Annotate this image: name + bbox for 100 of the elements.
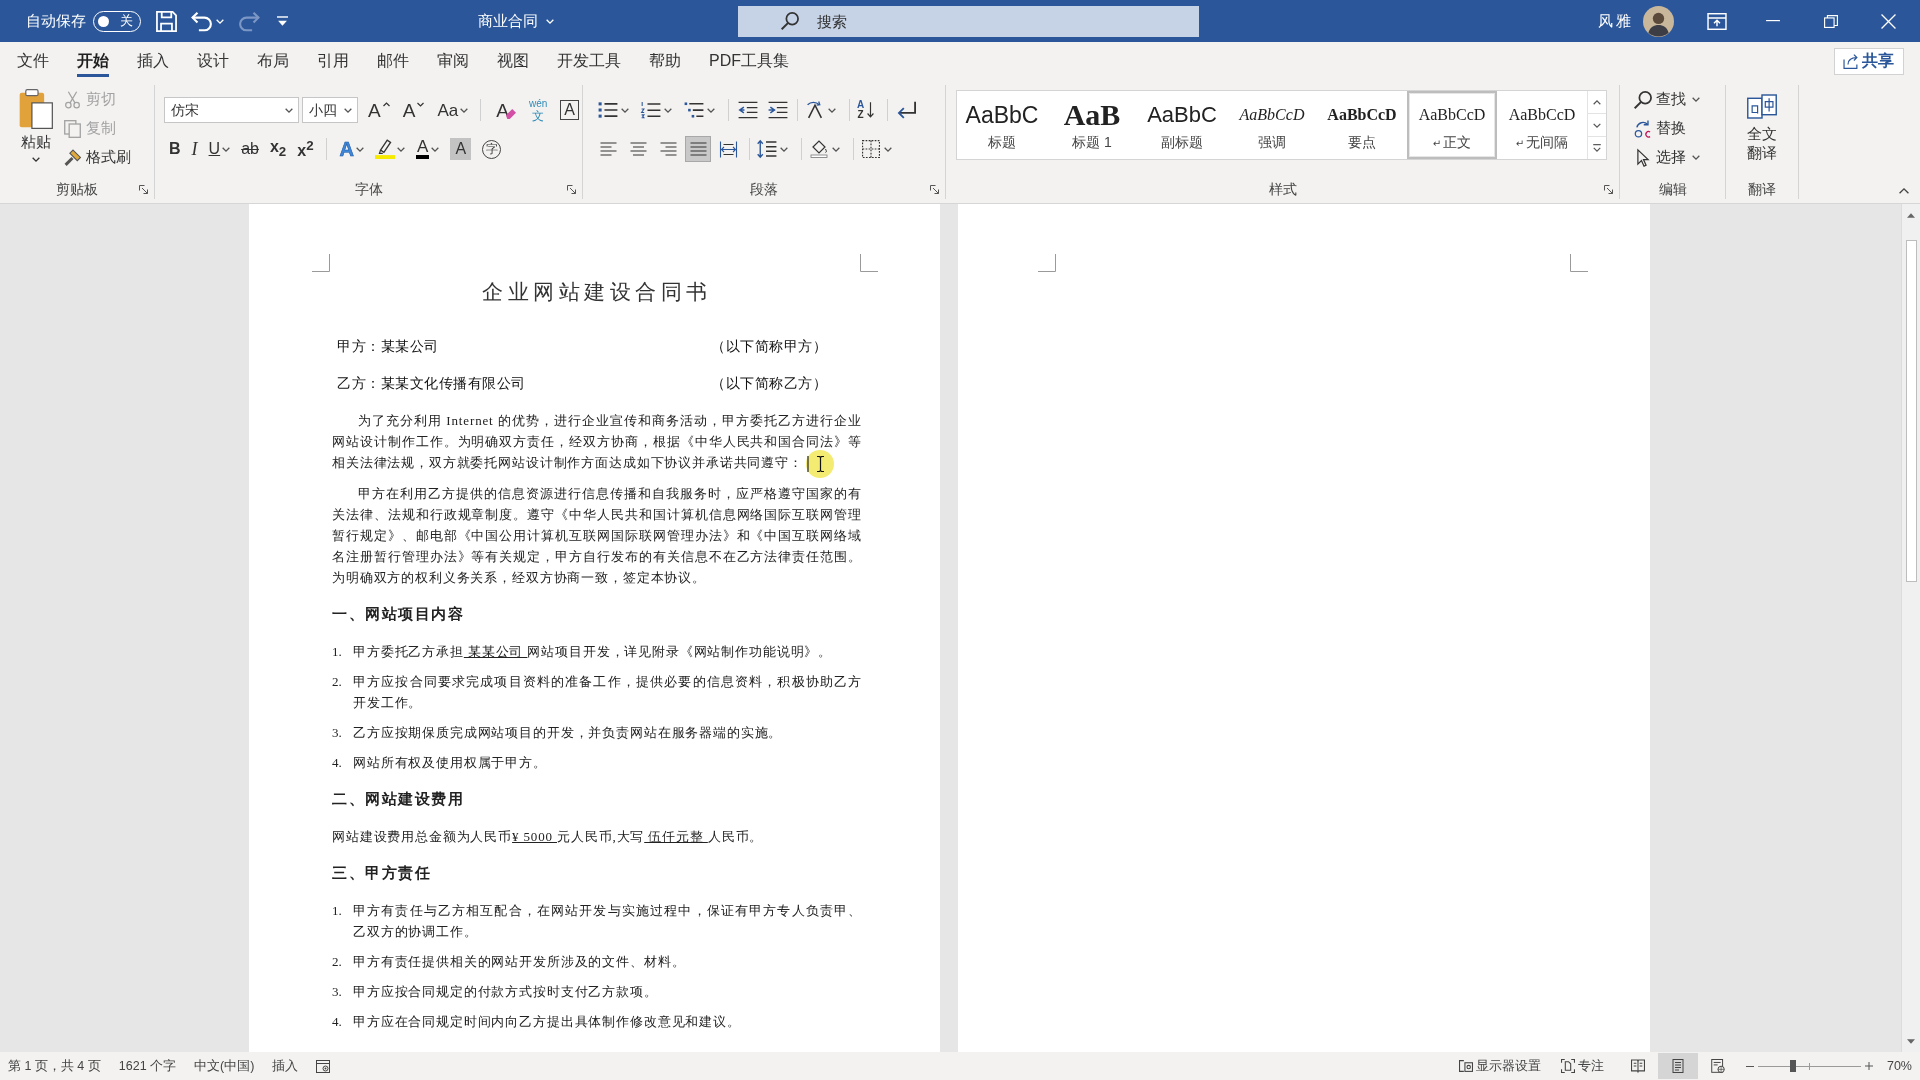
list-item-text: 甲方有责任提供相关的网站开发所涉及的文件、材料。 xyxy=(353,953,687,971)
zoom-slider[interactable] xyxy=(1757,1059,1861,1073)
scroll-down-icon[interactable] xyxy=(1907,1039,1915,1044)
find-button[interactable]: 查找 xyxy=(1634,85,1725,114)
focus-button[interactable]: 专注 xyxy=(1560,1057,1604,1075)
restore-icon[interactable] xyxy=(1824,14,1838,28)
undo-button[interactable] xyxy=(191,10,224,32)
ribbon-tab[interactable]: 开发工具 xyxy=(543,42,635,80)
ribbon-tab[interactable]: 设计 xyxy=(183,42,243,80)
display-settings-button[interactable]: 显示器设置 xyxy=(1458,1057,1541,1075)
increase-indent-icon[interactable] xyxy=(768,101,788,119)
grow-font-button[interactable]: A xyxy=(365,97,393,123)
list-number: 1. xyxy=(332,902,343,920)
party-note: （以下简称甲方） xyxy=(711,338,827,356)
style-preset[interactable]: AaBbCcD 要点 xyxy=(1317,91,1407,159)
zoom-in-icon[interactable] xyxy=(1864,1062,1873,1070)
ribbon-tab[interactable]: 视图 xyxy=(483,42,543,80)
file-name-button[interactable]: 商业合同 xyxy=(478,11,554,31)
minimize-icon[interactable] xyxy=(1765,20,1781,22)
ribbon-tab[interactable]: 邮件 xyxy=(363,42,423,80)
superscript-button[interactable]: x$^{2}$ xyxy=(294,136,317,162)
decrease-indent-icon[interactable] xyxy=(738,101,758,119)
zoom-slider-thumb[interactable] xyxy=(1790,1060,1796,1072)
font-name-dropdown[interactable]: 仿宋 xyxy=(164,97,299,123)
customize-icon[interactable] xyxy=(277,16,288,26)
clipboard-icon xyxy=(19,89,53,129)
collapse-ribbon-icon[interactable] xyxy=(1899,188,1909,194)
style-preset[interactable]: AaBbCcD 强调 xyxy=(1227,91,1317,159)
list-item-text: 乙方应按期保质完成网站项目的开发，并负责网站在服务器端的实施。 xyxy=(353,724,784,742)
copy-icon xyxy=(64,119,81,138)
caret-icon xyxy=(284,107,293,113)
bold-button[interactable]: B xyxy=(166,136,184,162)
ribbon-display-options-icon[interactable] xyxy=(1707,12,1727,30)
ribbon-tab[interactable]: 布局 xyxy=(243,42,303,80)
corner-mark-icon xyxy=(860,254,878,272)
group-label: 段落 xyxy=(750,181,778,198)
multilevel-list-icon xyxy=(684,101,704,119)
select-button[interactable]: 选择 xyxy=(1634,143,1725,172)
share-icon xyxy=(1843,53,1858,69)
ribbon-tab[interactable]: 审阅 xyxy=(423,42,483,80)
phonetic-guide-button[interactable]: wén 文 xyxy=(525,97,551,123)
replace-button[interactable]: 替换 xyxy=(1634,114,1725,143)
return-arrow-icon[interactable] xyxy=(897,101,918,119)
share-button[interactable]: 共享 xyxy=(1834,47,1904,75)
scrollbar-thumb[interactable] xyxy=(1905,240,1917,582)
underline-button[interactable]: U xyxy=(205,136,234,162)
save-icon[interactable] xyxy=(156,10,177,32)
strikethrough-button[interactable]: ab xyxy=(238,136,262,162)
scroll-up-icon[interactable] xyxy=(1907,213,1915,218)
section-heading: 二、网站建设费用 xyxy=(332,790,465,809)
translate-icon xyxy=(1747,94,1777,119)
style-preset[interactable]: AaBbC 副标题 xyxy=(1137,91,1227,159)
list-item-text: 甲方应按合同要求完成项目资料的准备工作，提供必要的信息资料，积极协助乙方开发工作。 xyxy=(353,673,862,712)
ribbon-tab[interactable]: 帮助 xyxy=(635,42,695,80)
ribbon-tab[interactable]: 插入 xyxy=(123,42,183,80)
translate-button[interactable]: 全文翻译 xyxy=(1747,85,1777,180)
sort-button[interactable]: A Z xyxy=(854,97,878,123)
ribbon-tab[interactable]: PDF工具集 xyxy=(695,42,803,80)
font-color-button[interactable]: A xyxy=(413,136,443,162)
dialog-launcher-icon[interactable] xyxy=(139,185,148,194)
replace-icon xyxy=(1634,119,1652,138)
character-border-button[interactable]: A xyxy=(557,97,582,123)
user-name[interactable]: 风雅 xyxy=(1598,11,1634,31)
dialog-launcher-icon[interactable] xyxy=(1604,185,1613,195)
caret-icon xyxy=(32,157,40,162)
section-heading: 一、网站项目内容 xyxy=(332,605,465,624)
ribbon-tab[interactable]: 引用 xyxy=(303,42,363,80)
italic-button[interactable]: I xyxy=(188,136,201,162)
search-field[interactable]: 搜索 xyxy=(738,5,1199,37)
avatar-icon[interactable] xyxy=(1643,5,1674,37)
style-preset[interactable]: AaBbCcD ↵无间隔 xyxy=(1497,91,1587,159)
font-size-dropdown[interactable]: 小四 xyxy=(301,97,359,123)
word-count[interactable]: 1621 个字 xyxy=(118,1058,177,1074)
ribbon-tab[interactable]: 开始 xyxy=(63,42,123,80)
web-page-icon xyxy=(1710,1059,1725,1073)
close-icon[interactable] xyxy=(1881,13,1896,29)
subscript-button[interactable]: x$_{2}$ xyxy=(266,136,290,162)
style-preset[interactable]: AaB 标题 1 xyxy=(1047,91,1137,159)
language[interactable]: 中文(中国) xyxy=(194,1058,255,1074)
search-icon xyxy=(1634,90,1652,109)
page-icon xyxy=(1670,1059,1685,1073)
style-preset[interactable]: AaBbC 标题 xyxy=(957,91,1047,159)
dialog-launcher-icon[interactable] xyxy=(930,185,939,194)
justify-icon xyxy=(689,140,707,158)
record-macro-icon[interactable] xyxy=(316,1059,331,1073)
paste-button[interactable]: 粘贴 xyxy=(12,85,60,180)
zoom-percentage[interactable]: 70% xyxy=(1886,1058,1912,1074)
style-preset[interactable]: AaBbCcD ↵正文 xyxy=(1407,91,1497,159)
ribbon-tab[interactable]: 文件 xyxy=(3,42,63,80)
list-number: 2. xyxy=(332,953,343,971)
format-painter-button[interactable]: 格式刷 xyxy=(64,143,131,172)
page-count[interactable]: 第 1 页，共 4 页 xyxy=(8,1058,101,1074)
shrink-font-button[interactable]: A xyxy=(399,97,428,123)
insert-mode[interactable]: 插入 xyxy=(272,1058,299,1074)
vertical-scrollbar[interactable] xyxy=(1901,204,1920,1052)
borders-icon xyxy=(861,140,881,158)
align-center-icon xyxy=(629,140,647,158)
dialog-launcher-icon[interactable] xyxy=(567,185,576,194)
change-case-button[interactable]: Aa xyxy=(434,97,472,123)
print-layout-button[interactable] xyxy=(1657,1053,1698,1079)
